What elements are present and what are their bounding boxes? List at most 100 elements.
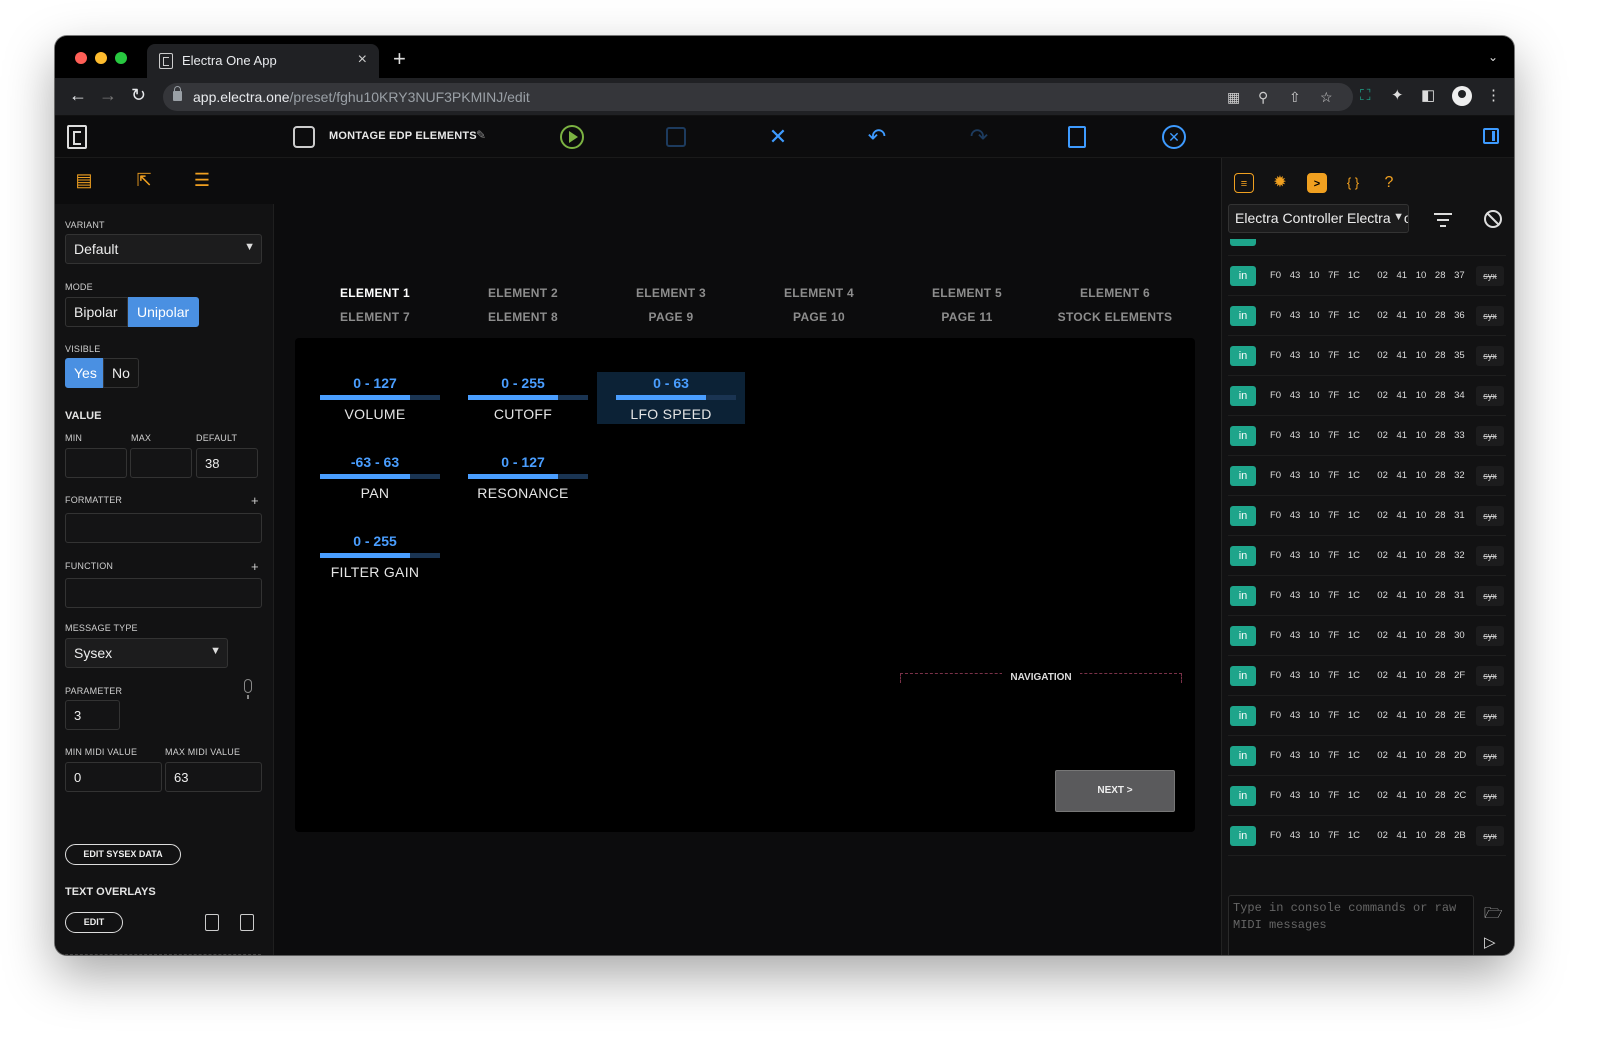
- play-icon[interactable]: [560, 125, 584, 149]
- help-icon[interactable]: ?: [1379, 173, 1399, 193]
- forward-icon[interactable]: →: [99, 86, 117, 104]
- profile-avatar[interactable]: [1452, 86, 1472, 106]
- function-input[interactable]: [65, 578, 262, 608]
- tab-element-4[interactable]: ELEMENT 4: [745, 286, 893, 300]
- save-icon[interactable]: [666, 127, 686, 147]
- mode-bipolar-button[interactable]: Bipolar: [65, 297, 128, 327]
- filter-icon[interactable]: [1434, 213, 1452, 231]
- default-input[interactable]: 38: [196, 448, 258, 478]
- add-formatter-icon[interactable]: +: [251, 493, 259, 508]
- sysex-tag[interactable]: syx: [1476, 466, 1504, 486]
- reader-mode-icon[interactable]: ▦: [1227, 89, 1240, 106]
- control-cutoff[interactable]: 0 - 255 CUTOFF: [449, 372, 597, 424]
- sysex-tag[interactable]: syx: [1476, 306, 1504, 326]
- list-item[interactable]: in F0 43 10 7F 1C 02 41 10 28 31 syx: [1228, 577, 1506, 616]
- control-resonance[interactable]: 0 - 127 RESONANCE: [449, 451, 597, 503]
- next-button[interactable]: NEXT >: [1055, 770, 1175, 812]
- control-filter-gain[interactable]: 0 - 255 FILTER GAIN: [301, 530, 449, 582]
- sysex-tag[interactable]: syx: [1476, 626, 1504, 646]
- list-item[interactable]: in F0 43 10 7F 1C 02 41 10 28 35 syx: [1228, 337, 1506, 376]
- visible-yes-button[interactable]: Yes: [65, 358, 103, 388]
- max-input[interactable]: [130, 448, 192, 478]
- log-icon[interactable]: ≡: [1234, 173, 1254, 193]
- sysex-tag[interactable]: syx: [1476, 746, 1504, 766]
- sysex-tag[interactable]: syx: [1476, 506, 1504, 526]
- tools-icon[interactable]: ✕: [764, 123, 792, 151]
- list-item[interactable]: in F0 43 10 7F 1C 02 41 10 28 2D syx: [1228, 737, 1506, 776]
- clear-log-icon[interactable]: [1484, 210, 1502, 228]
- braces-icon[interactable]: { }: [1343, 173, 1363, 193]
- mode-unipolar-button[interactable]: Unipolar: [128, 297, 199, 327]
- sysex-tag[interactable]: syx: [1476, 666, 1504, 686]
- panel-toggle-icon[interactable]: [1483, 128, 1499, 144]
- undo-icon[interactable]: ↶: [863, 123, 891, 151]
- sysex-tag[interactable]: syx: [1476, 386, 1504, 406]
- bookmark-star-icon[interactable]: ☆: [1320, 89, 1333, 106]
- add-function-icon[interactable]: +: [251, 559, 259, 574]
- edit-pencil-icon[interactable]: ✎: [476, 128, 486, 142]
- open-folder-icon[interactable]: 🗁: [1484, 903, 1503, 928]
- formatter-input[interactable]: [65, 513, 262, 543]
- list-item[interactable]: in F0 43 10 7F 1C 02 41 10 28 2F syx: [1228, 657, 1506, 696]
- tab-page-10[interactable]: PAGE 10: [745, 310, 893, 324]
- redo-icon[interactable]: ↷: [965, 123, 993, 151]
- list-item[interactable]: in F0 43 10 7F 1C 02 41 10 28 32 syx: [1228, 457, 1506, 496]
- browser-menu-icon[interactable]: ⋮: [1486, 88, 1501, 103]
- browser-tab[interactable]: Electra One App ×: [147, 44, 379, 78]
- edit-sysex-button[interactable]: EDIT SYSEX DATA: [65, 844, 181, 865]
- list-item[interactable]: in F0 43 10 7F 1C 02 41 10 28 2C syx: [1228, 777, 1506, 816]
- device-select[interactable]: Electra Controller Electra Port 1 ▼: [1228, 204, 1409, 233]
- console-input[interactable]: Type in console commands or raw MIDI mes…: [1228, 895, 1474, 955]
- variant-select[interactable]: Default ▼: [65, 234, 262, 264]
- min-input[interactable]: [65, 448, 127, 478]
- back-icon[interactable]: ←: [69, 86, 87, 104]
- list-item[interactable]: in F0 43 10 7F 1C 02 41 10 28 33 syx: [1228, 417, 1506, 456]
- list-item[interactable]: in F0 43 10 7F 1C 02 41 10 28 30 syx: [1228, 617, 1506, 656]
- close-icon[interactable]: ✕: [1162, 125, 1186, 149]
- tab-search-icon[interactable]: ⌄: [1488, 50, 1498, 64]
- tab-element-3[interactable]: ELEMENT 3: [597, 286, 745, 300]
- list-item[interactable]: in F0 43 10 7F 1C 02 41 10 28 37 syx: [1228, 257, 1506, 296]
- tab-stock-elements[interactable]: STOCK ELEMENTS: [1041, 310, 1189, 324]
- paste-icon[interactable]: [240, 914, 254, 931]
- controls-tab-icon[interactable]: ▤: [73, 170, 95, 190]
- min-midi-input[interactable]: 0: [65, 762, 162, 792]
- midi-message-list[interactable]: in F0 43 10 7F 1C 02 41 10 28 37 syx in F0 …: [1228, 239, 1508, 889]
- reload-icon[interactable]: ↻: [131, 86, 146, 104]
- message-type-select[interactable]: Sysex ▼: [65, 638, 228, 668]
- sysex-tag[interactable]: syx: [1476, 546, 1504, 566]
- control-lfo-speed[interactable]: 0 - 63 LFO SPEED: [597, 372, 745, 424]
- sysex-tag[interactable]: syx: [1476, 426, 1504, 446]
- tab-element-7[interactable]: ELEMENT 7: [301, 310, 449, 324]
- list-item[interactable]: in F0 43 10 7F 1C 02 41 10 28 31 syx: [1228, 497, 1506, 536]
- sysex-tag[interactable]: syx: [1476, 706, 1504, 726]
- tab-element-8[interactable]: ELEMENT 8: [449, 310, 597, 324]
- zoom-window-button[interactable]: [115, 52, 127, 64]
- tab-element-6[interactable]: ELEMENT 6: [1041, 286, 1189, 300]
- control-volume[interactable]: 0 - 127 VOLUME: [301, 372, 449, 424]
- navigation-group[interactable]: NAVIGATION: [900, 672, 1182, 683]
- select-tab-icon[interactable]: ⇱: [133, 170, 155, 190]
- address-bar[interactable]: app.electra.one/preset/fghu10KRY3NUF3PKM…: [163, 83, 1353, 111]
- tab-element-2[interactable]: ELEMENT 2: [449, 286, 597, 300]
- control-pan[interactable]: -63 - 63 PAN: [301, 451, 449, 503]
- list-item[interactable]: in F0 43 10 7F 1C 02 41 10 28 36 syx: [1228, 297, 1506, 336]
- close-window-button[interactable]: [75, 52, 87, 64]
- extension-screenshot-icon[interactable]: ⛶: [1360, 88, 1371, 103]
- side-panel-icon[interactable]: ◧: [1421, 88, 1435, 103]
- sysex-tag[interactable]: syx: [1476, 346, 1504, 366]
- preset-name[interactable]: MONTAGE EDP ELEMENTS: [329, 130, 477, 142]
- list-item[interactable]: in F0 43 10 7F 1C 02 41 10 28 2B syx: [1228, 817, 1506, 856]
- list-item[interactable]: in F0 43 10 7F 1C 02 41 10 28 32 syx: [1228, 537, 1506, 576]
- sysex-tag[interactable]: syx: [1476, 586, 1504, 606]
- debug-bug-icon[interactable]: ✹: [1270, 173, 1290, 193]
- clipboard-icon[interactable]: [1068, 126, 1086, 148]
- tab-element-5[interactable]: ELEMENT 5: [893, 286, 1041, 300]
- list-tab-icon[interactable]: ☰: [191, 170, 213, 190]
- tab-page-9[interactable]: PAGE 9: [597, 310, 745, 324]
- visible-no-button[interactable]: No: [103, 358, 139, 388]
- share-icon[interactable]: ⇧: [1289, 89, 1301, 106]
- parameter-input[interactable]: 3: [65, 700, 120, 730]
- console-icon[interactable]: >: [1307, 173, 1327, 193]
- microphone-icon[interactable]: [244, 679, 252, 699]
